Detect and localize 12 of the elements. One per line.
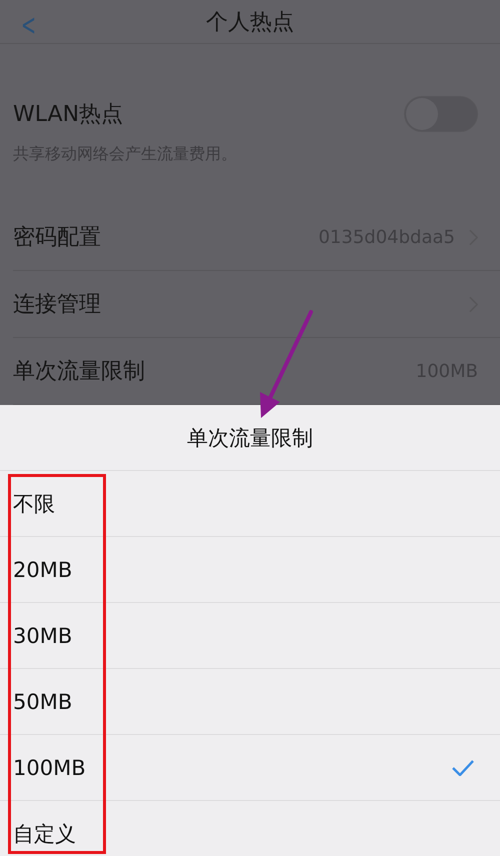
- hotspot-label: WLAN热点: [13, 101, 124, 130]
- sheet-option[interactable]: 自定义: [0, 801, 500, 856]
- page-title: 个人热点: [206, 8, 294, 36]
- sheet-option[interactable]: 100MB: [0, 735, 500, 801]
- setting-label: 单次流量限制: [13, 358, 145, 386]
- setting-label: 连接管理: [13, 291, 101, 319]
- sheet-option[interactable]: 不限: [0, 471, 500, 537]
- sheet-title: 单次流量限制: [187, 424, 313, 452]
- sheet-option[interactable]: 50MB: [0, 669, 500, 735]
- sheet-option[interactable]: 30MB: [0, 603, 500, 669]
- sheet-option[interactable]: 20MB: [0, 537, 500, 603]
- setting-label: 密码配置: [13, 224, 101, 252]
